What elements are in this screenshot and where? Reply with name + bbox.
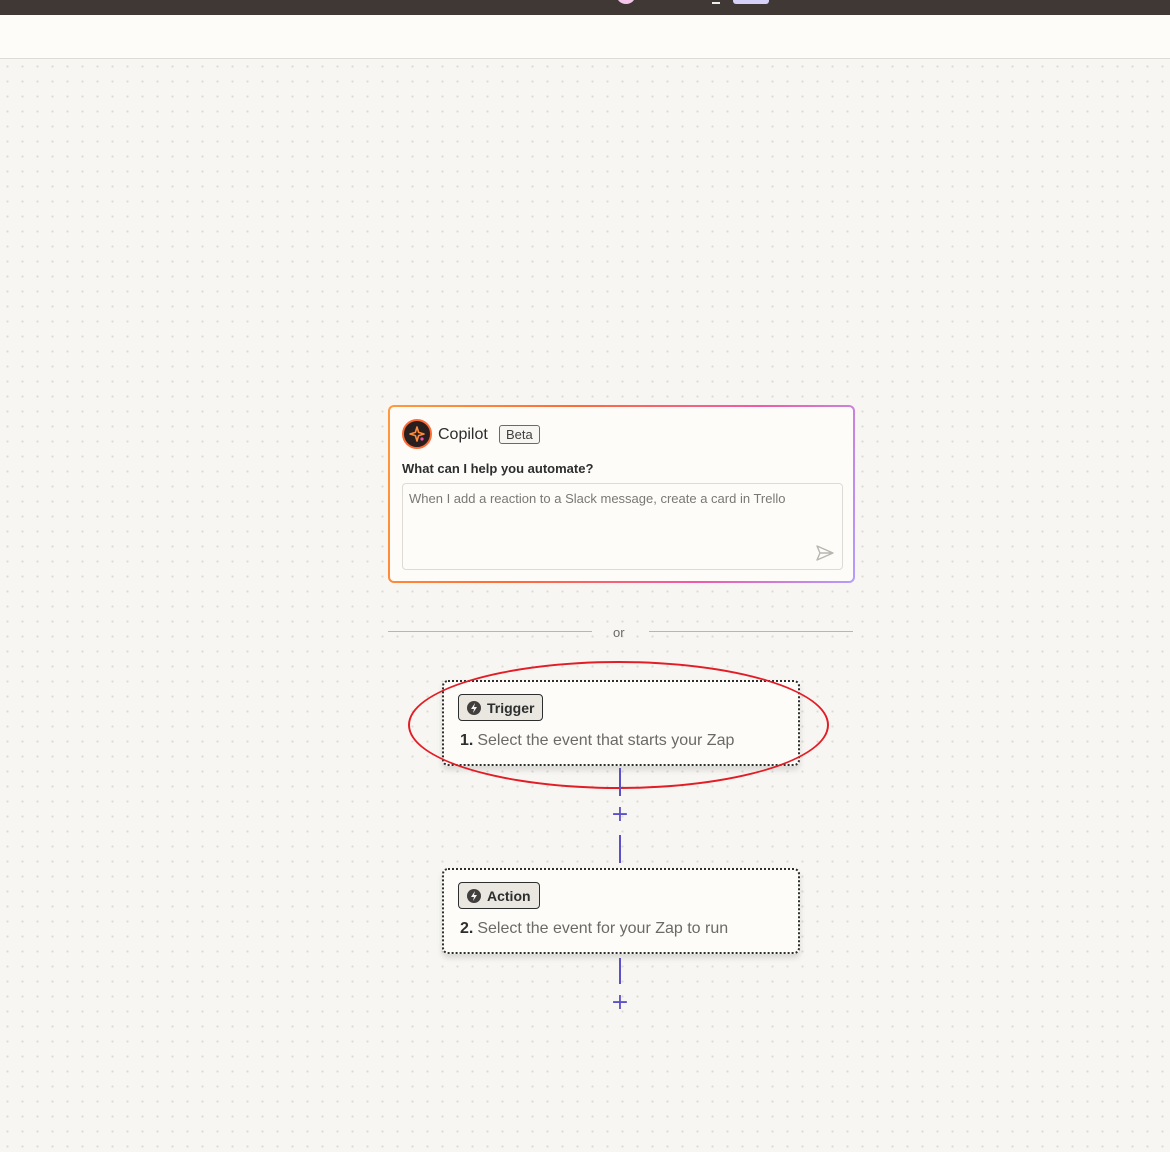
top-navbar [0, 0, 1170, 15]
trigger-step-card[interactable]: Trigger 1. Select the event that starts y… [442, 680, 800, 766]
connector-line [619, 768, 621, 796]
trigger-badge: Trigger [458, 694, 544, 721]
add-step-button[interactable]: + [609, 804, 631, 827]
copilot-panel: Copilot Beta What can I help you automat… [388, 405, 855, 583]
action-badge: Action [458, 882, 540, 909]
editor-toolbar [0, 15, 1170, 59]
action-badge-label: Action [487, 887, 531, 904]
prompt-input[interactable] [409, 491, 809, 506]
prompt-label: What can I help you automate? [402, 461, 594, 476]
beta-badge: Beta [499, 425, 540, 444]
action-step-card[interactable]: Action 2. Select the event for your Zap t… [442, 868, 800, 954]
step-number: 2. [460, 920, 474, 937]
plan-badge[interactable] [733, 0, 769, 4]
divider-line-left [388, 631, 592, 632]
divider-or-text: or [613, 625, 625, 640]
lightning-icon [467, 700, 481, 715]
trigger-step-description: 1. Select the event that starts your Zap [460, 732, 734, 750]
zap-editor-canvas [0, 59, 1170, 1152]
step-text: Select the event for your Zap to run [477, 920, 729, 937]
connector-line [619, 958, 621, 984]
send-icon[interactable] [814, 543, 836, 563]
copilot-card: Copilot Beta What can I help you automat… [390, 407, 853, 581]
step-text: Select the event that starts your Zap [477, 732, 735, 749]
chevron-icon [712, 0, 720, 4]
step-number: 1. [460, 732, 474, 749]
prompt-field[interactable] [402, 483, 843, 570]
copilot-title: Copilot [438, 426, 488, 443]
trigger-badge-label: Trigger [487, 699, 535, 716]
action-step-description: 2. Select the event for your Zap to run [460, 920, 728, 938]
lightning-icon [467, 888, 481, 903]
sparkle-icon [402, 419, 432, 449]
divider-line-right [649, 631, 853, 632]
add-step-button[interactable]: + [609, 992, 631, 1015]
connector-line [619, 835, 621, 863]
user-avatar[interactable] [616, 0, 636, 4]
